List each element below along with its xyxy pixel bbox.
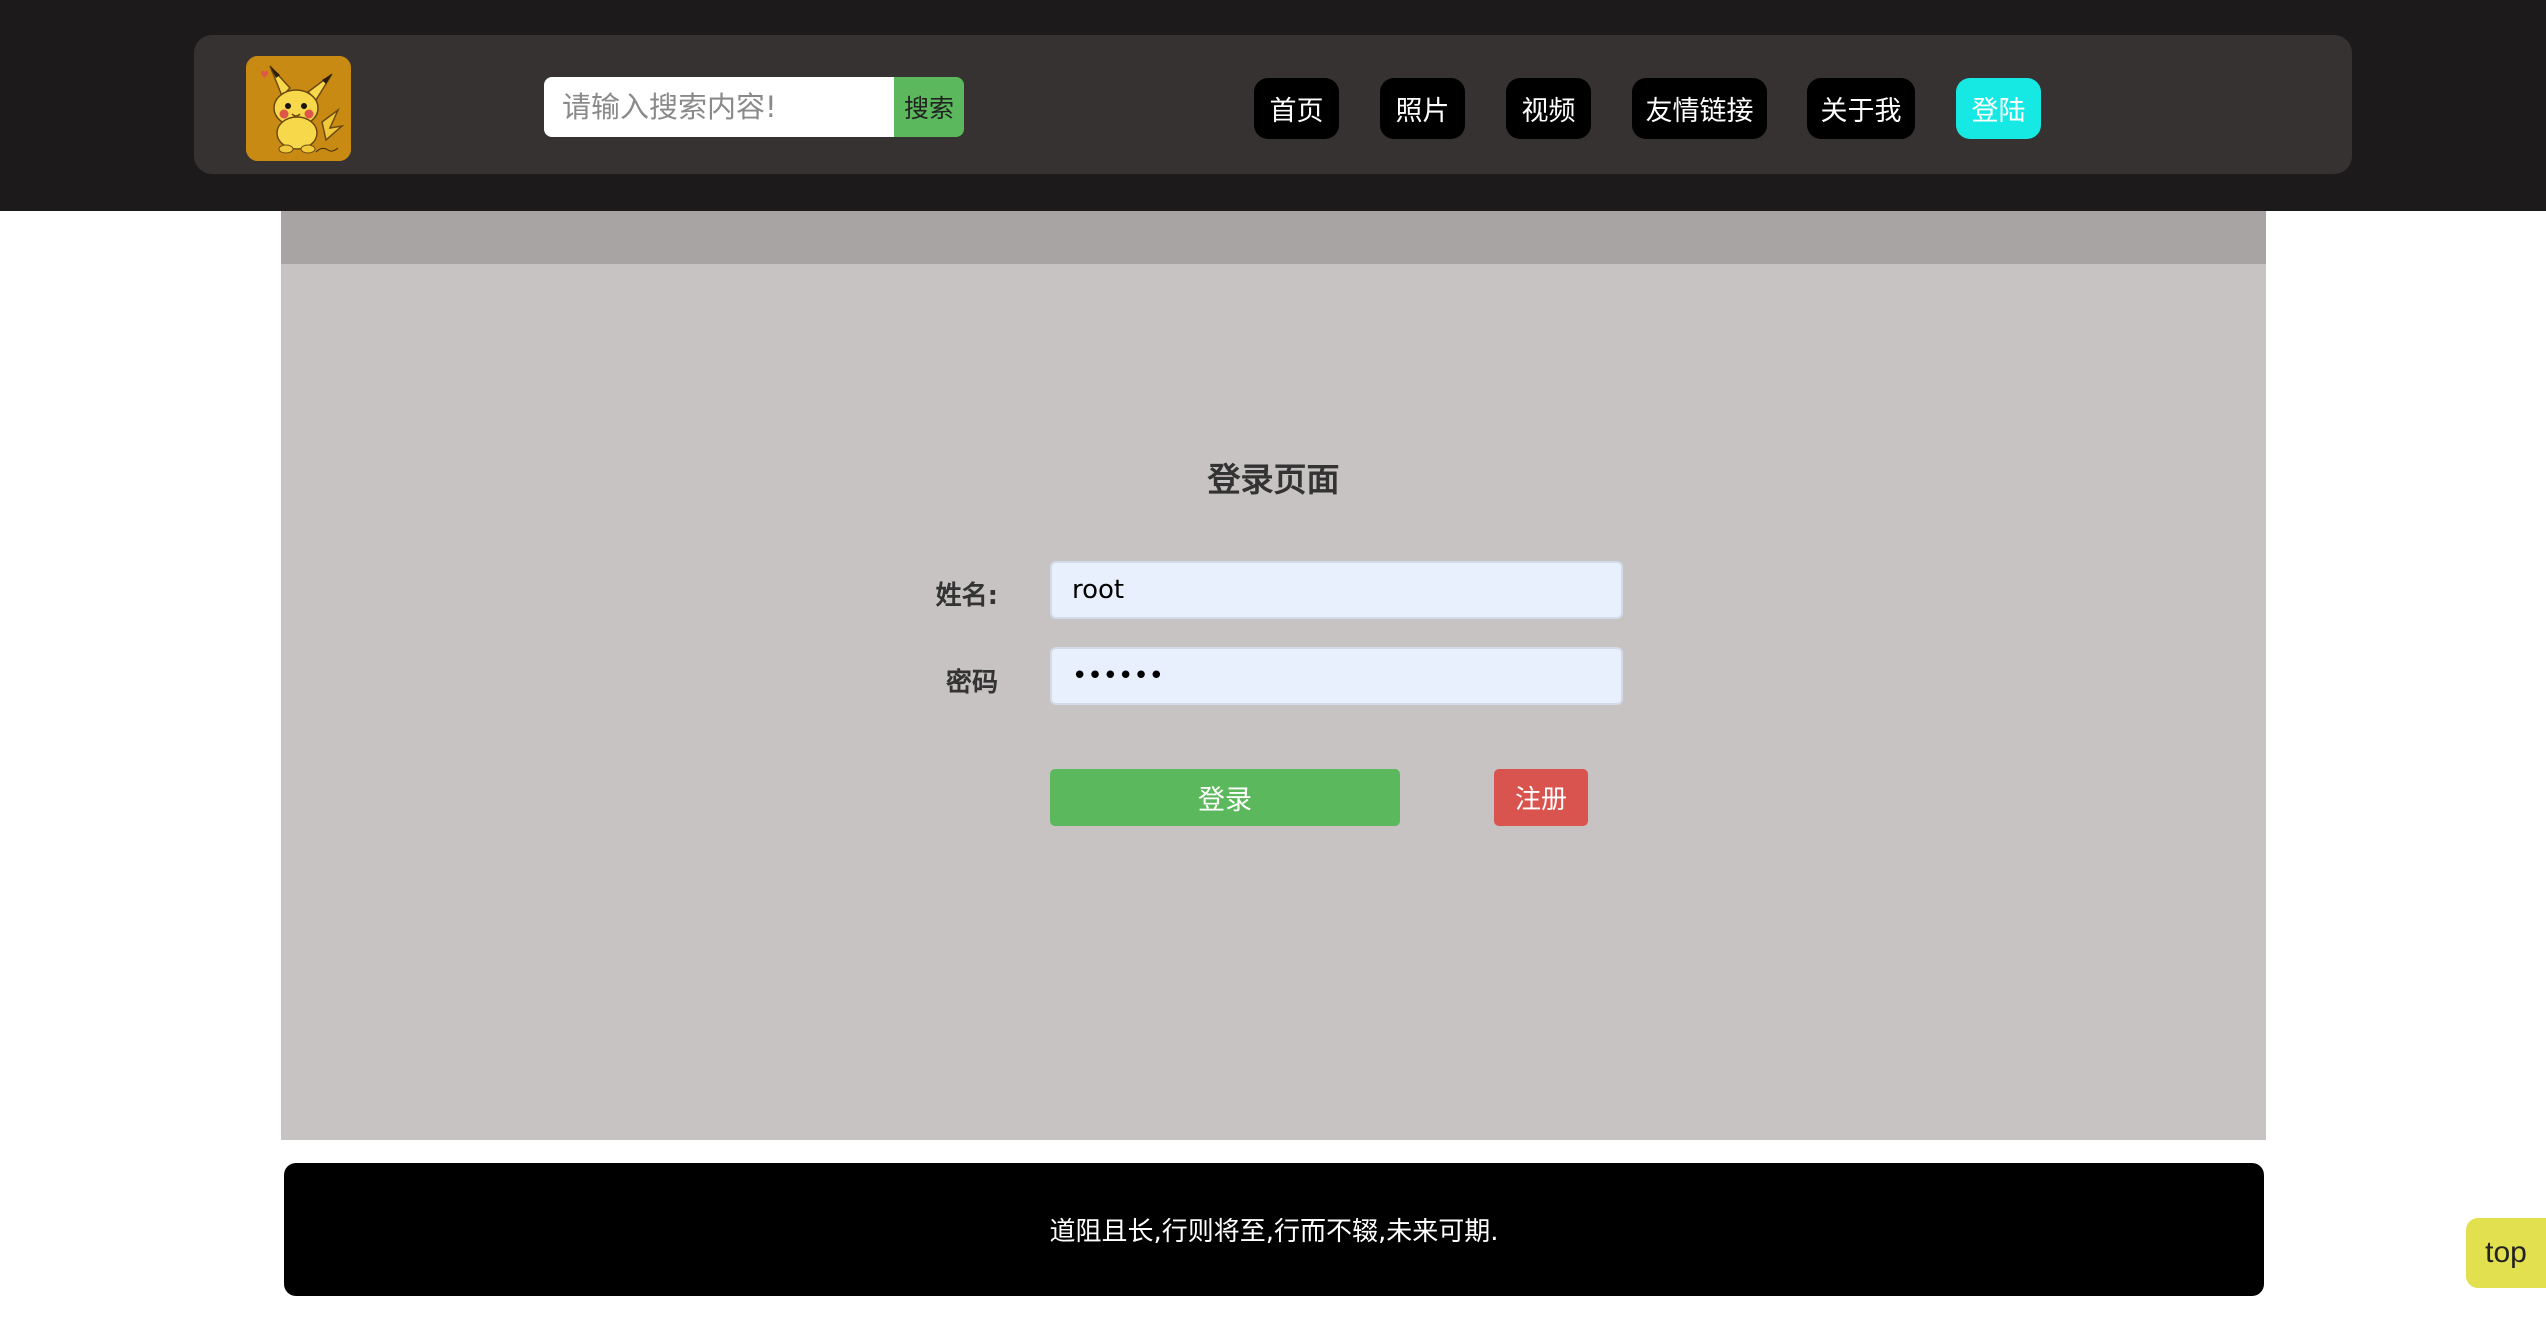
pikachu-logo-icon[interactable]: ♥: [246, 56, 351, 161]
nav-login[interactable]: 登陆: [1956, 78, 2041, 139]
nav-videos[interactable]: 视频: [1506, 78, 1591, 139]
nav-home[interactable]: 首页: [1254, 78, 1339, 139]
username-field[interactable]: [1050, 561, 1623, 619]
login-panel: 登录页面 姓名: 密码 登录 注册: [281, 211, 2266, 1140]
svg-text:♥: ♥: [260, 70, 269, 81]
search-button[interactable]: 搜索: [894, 77, 964, 137]
page-title: 登录页面: [1207, 460, 1340, 499]
login-button[interactable]: 登录: [1050, 769, 1400, 826]
header-container: ♥ 搜索 首页 照片: [194, 35, 2352, 174]
search-form: 搜索: [544, 77, 964, 137]
nav-friend-links[interactable]: 友情链接: [1632, 78, 1767, 139]
back-to-top-button[interactable]: top: [2466, 1218, 2546, 1288]
password-label: 密码: [945, 668, 998, 698]
username-label: 姓名:: [935, 581, 998, 611]
password-field[interactable]: [1050, 647, 1623, 705]
register-button[interactable]: 注册: [1494, 769, 1588, 826]
footer-motto: 道阻且长,行则将至,行而不辍,未来可期.: [1049, 1217, 1499, 1247]
nav-photos[interactable]: 照片: [1380, 78, 1465, 139]
footer: 道阻且长,行则将至,行而不辍,未来可期.: [284, 1163, 2264, 1296]
panel-top-strip: [281, 211, 2266, 264]
search-input[interactable]: [544, 77, 894, 137]
nav-about-me[interactable]: 关于我: [1807, 78, 1915, 139]
top-navigation-bar: ♥ 搜索 首页 照片: [0, 0, 2546, 211]
